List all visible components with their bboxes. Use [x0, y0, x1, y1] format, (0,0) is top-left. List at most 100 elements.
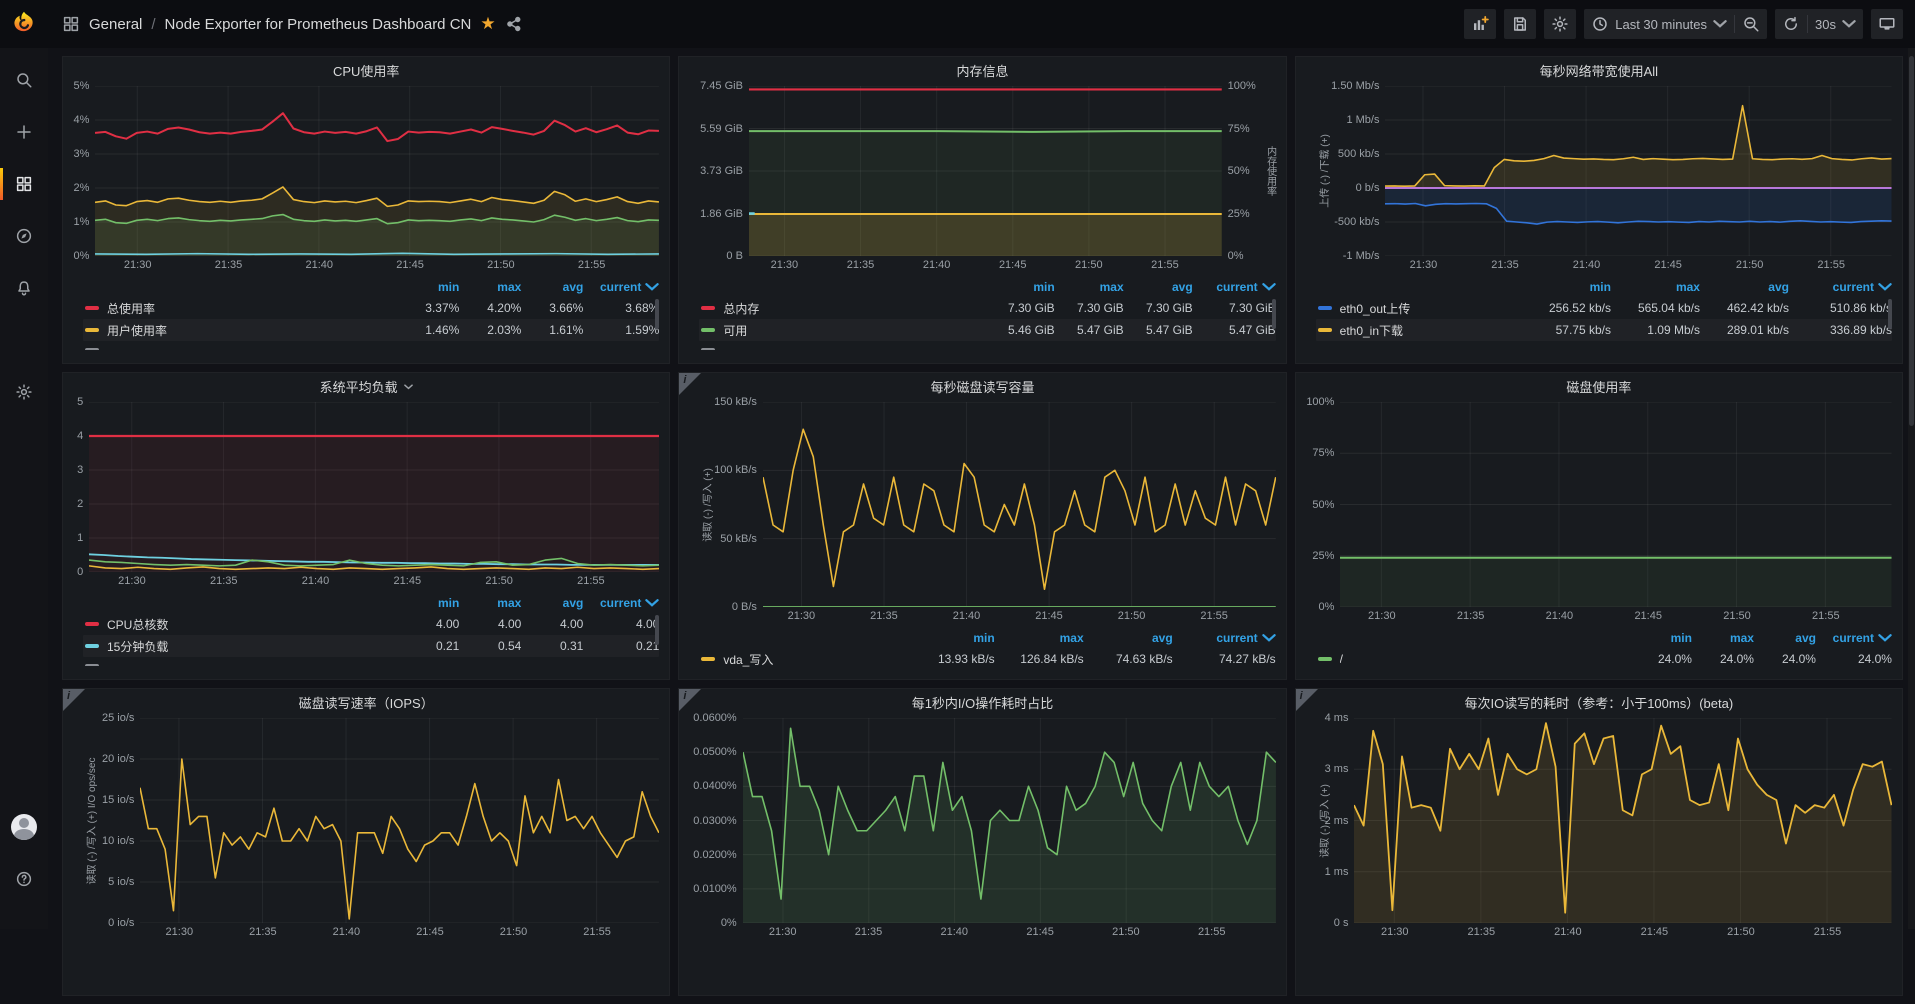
top-nav-bar: General / Node Exporter for Prometheus D… [0, 0, 1915, 48]
legend-sort-max[interactable]: max [1055, 280, 1124, 294]
legend-row[interactable]: eth0_out上传256.52 kb/s565.04 kb/s462.42 k… [1316, 297, 1892, 319]
legend-sort-avg[interactable]: avg [1084, 631, 1173, 645]
legend-sort-avg[interactable]: avg [1754, 631, 1816, 645]
legend-row[interactable] [699, 341, 1275, 350]
legend-scrollbar-thumb[interactable] [1272, 299, 1276, 329]
legend-sort-min[interactable]: min [906, 631, 995, 645]
legend-sort-current[interactable]: current [583, 596, 659, 610]
legend-series-name: 15分钟负载 [107, 638, 397, 655]
share-icon[interactable] [505, 15, 523, 33]
search-icon [15, 71, 33, 89]
legend-sort-min[interactable]: min [1522, 280, 1611, 294]
panel-title-network-bandwidth[interactable]: 每秒网络带宽使用All [1296, 57, 1902, 84]
legend-value: 510.86 kb/s [1789, 301, 1892, 315]
panel-info-icon[interactable]: i [679, 689, 701, 711]
y-tick-label: 0.0400% [693, 780, 736, 792]
legend-sort-max[interactable]: max [1611, 280, 1700, 294]
legend-sort-max[interactable]: max [1692, 631, 1754, 645]
legend-row[interactable]: 总使用率3.37%4.20%3.66%3.68% [83, 297, 659, 319]
panel-title-io-latency[interactable]: 每次IO读写的耗时（参考：小于100ms）(beta) [1296, 689, 1902, 716]
x-tick-label: 21:45 [1634, 610, 1662, 622]
panel-title-disk-usage[interactable]: 磁盘使用率 [1296, 373, 1902, 400]
main-scrollbar-track[interactable] [1908, 48, 1915, 929]
legend-sort-avg[interactable]: avg [521, 280, 583, 294]
series-color-dash [701, 348, 715, 350]
plot-area-disk-rw-capacity[interactable] [763, 402, 1276, 607]
legend-scrollbar-thumb[interactable] [655, 299, 659, 329]
panel-title-cpu-usage[interactable]: CPU使用率 [63, 57, 669, 84]
legend-row[interactable]: 可用5.46 GiB5.47 GiB5.47 GiB5.47 GiB [699, 319, 1275, 341]
legend-value: 336.89 kb/s [1789, 323, 1892, 337]
legend-sort-current[interactable]: current [1193, 280, 1276, 294]
star-icon[interactable]: ★ [480, 14, 495, 34]
legend-sort-max[interactable]: max [459, 280, 521, 294]
plot-area-memory-info[interactable] [749, 86, 1222, 256]
y-tick-label: 0 B/s [732, 601, 757, 613]
sidebar-item-explore[interactable] [0, 216, 48, 256]
zoom-out-button[interactable] [1735, 9, 1767, 39]
legend-scrollbar-thumb[interactable] [1888, 299, 1892, 329]
legend-network-bandwidth: minmaxavgcurrent eth0_out上传256.52 kb/s565… [1304, 277, 1892, 363]
panel-title-system-load[interactable]: 系统平均负载 [63, 373, 669, 400]
legend-sort-min[interactable]: min [397, 280, 459, 294]
legend-sort-avg[interactable]: avg [1124, 280, 1193, 294]
legend-row[interactable]: eth0_in下载57.75 kb/s1.09 Mb/s289.01 kb/s3… [1316, 319, 1892, 341]
legend-row[interactable] [83, 341, 659, 350]
panel-title-memory-info[interactable]: 内存信息 [679, 57, 1285, 84]
legend-row[interactable]: 总内存7.30 GiB7.30 GiB7.30 GiB7.30 GiB [699, 297, 1275, 319]
legend-row[interactable]: /24.0%24.0%24.0%24.0% [1316, 648, 1892, 670]
plot-area-disk-usage[interactable] [1340, 402, 1892, 607]
sidebar-item-profile[interactable] [0, 807, 48, 847]
y-axis-title: 读取 (-) /写入 (+) [687, 402, 701, 607]
sidebar-item-dashboards[interactable] [0, 164, 48, 204]
breadcrumb-folder[interactable]: General [89, 16, 142, 33]
legend-row[interactable]: CPU总核数4.004.004.004.00 [83, 613, 659, 635]
sidebar-item-search[interactable] [0, 60, 48, 100]
sidebar-item-configuration[interactable] [0, 372, 48, 412]
refresh-interval-picker[interactable]: 30s [1808, 9, 1863, 39]
dashboard-settings-button[interactable] [1544, 9, 1576, 39]
legend-sort-min[interactable]: min [397, 596, 459, 610]
panel-info-icon[interactable]: i [1296, 689, 1318, 711]
cycle-view-button[interactable] [1871, 9, 1903, 39]
legend-sort-avg[interactable]: avg [1700, 280, 1789, 294]
legend-row[interactable]: vda_写入13.93 kB/s126.84 kB/s74.63 kB/s74.… [699, 648, 1275, 670]
legend-row[interactable]: 15分钟负载0.210.540.310.21 [83, 635, 659, 657]
time-range-picker[interactable]: Last 30 minutes [1584, 9, 1734, 39]
panel-title-io-time-percent[interactable]: 每1秒内I/O操作耗时占比 [679, 689, 1285, 716]
legend-disk-usage: minmaxavgcurrent/24.0%24.0%24.0%24.0% [1304, 628, 1892, 679]
save-dashboard-button[interactable] [1504, 9, 1536, 39]
grafana-logo[interactable] [0, 0, 48, 48]
panel-title-disk-rw-capacity[interactable]: 每秒磁盘读写容量 [679, 373, 1285, 400]
legend-sort-current[interactable]: current [1789, 280, 1892, 294]
y-tick-label: 5% [73, 80, 89, 92]
legend-sort-min[interactable]: min [986, 280, 1055, 294]
legend-sort-current[interactable]: current [1173, 631, 1276, 645]
panel-info-icon[interactable]: i [679, 373, 701, 395]
x-tick-label: 21:45 [394, 575, 422, 587]
add-panel-button[interactable] [1464, 9, 1496, 39]
plot-area-system-load[interactable] [89, 402, 659, 572]
sidebar-item-help[interactable] [0, 859, 48, 899]
legend-sort-avg[interactable]: avg [521, 596, 583, 610]
panel-title-disk-iops[interactable]: 磁盘读写速率（IOPS） [63, 689, 669, 716]
legend-scrollbar-thumb[interactable] [655, 615, 659, 645]
plot-area-network-bandwidth[interactable] [1385, 86, 1892, 256]
legend-sort-max[interactable]: max [995, 631, 1084, 645]
panel-info-icon[interactable]: i [63, 689, 85, 711]
legend-sort-current[interactable]: current [1816, 631, 1892, 645]
plot-area-io-latency[interactable] [1354, 718, 1892, 923]
plot-area-disk-iops[interactable] [140, 718, 659, 923]
main-scrollbar-thumb[interactable] [1909, 56, 1914, 426]
legend-row[interactable] [83, 657, 659, 666]
legend-sort-min[interactable]: min [1630, 631, 1692, 645]
legend-row[interactable]: 用户使用率1.46%2.03%1.61%1.59% [83, 319, 659, 341]
plot-area-cpu-usage[interactable] [95, 86, 659, 256]
plot-area-io-time-percent[interactable] [743, 718, 1276, 923]
sidebar-item-alerting[interactable] [0, 268, 48, 308]
refresh-button[interactable] [1775, 9, 1807, 39]
sidebar-item-create[interactable] [0, 112, 48, 152]
legend-sort-max[interactable]: max [459, 596, 521, 610]
y-tick-label: 5 io/s [108, 876, 134, 888]
legend-sort-current[interactable]: current [583, 280, 659, 294]
